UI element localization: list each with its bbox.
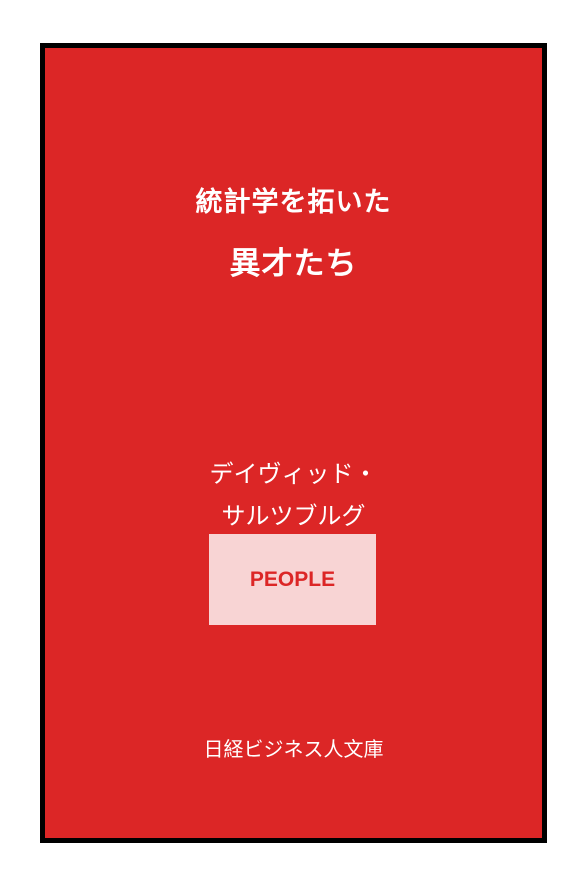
book-cover: 統計学を拓いた 異才たち デイヴィッド・ サルツブルグ PEOPLE 日経ビジネ… (40, 43, 547, 843)
author-name: デイヴィッド・ サルツブルグ (45, 453, 542, 537)
title-line-2: 異才たち (229, 246, 358, 282)
series-badge-label: PEOPLE (249, 567, 336, 591)
author-line-1: デイヴィッド・ (209, 460, 378, 488)
title-line-1: 統計学を拓いた (195, 187, 392, 218)
publisher-imprint: 日経ビジネス人文庫 (203, 737, 384, 761)
series-badge: PEOPLE (209, 534, 376, 625)
author-line-2: サルツブルグ (221, 502, 366, 530)
